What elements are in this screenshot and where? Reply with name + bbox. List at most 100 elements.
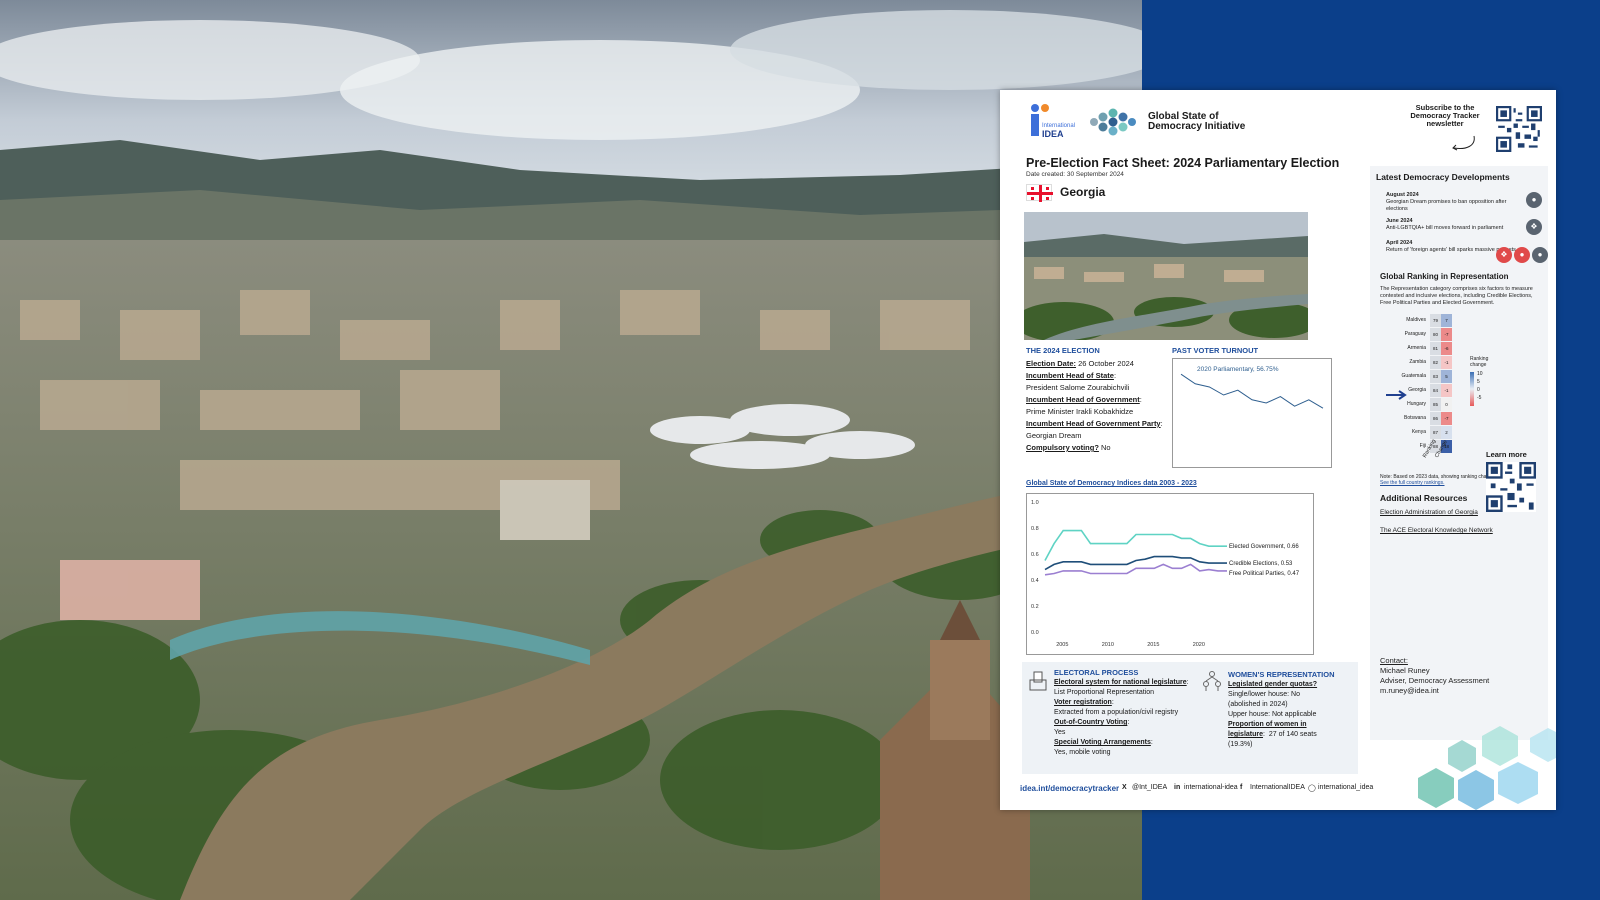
facebook-icon: f [1240, 784, 1243, 791]
x-handle[interactable]: @Int_IDEA [1132, 784, 1167, 791]
x-tick-label: 2010 [1102, 642, 1114, 648]
learn-more-label: Learn more [1486, 450, 1527, 459]
facebook-handle[interactable]: InternationalIDEA [1250, 784, 1305, 791]
ranking-change-legend-title: Ranking change [1470, 356, 1489, 368]
resource-link-ace-network[interactable]: The ACE Electoral Knowledge Network [1380, 527, 1493, 534]
series-label-free-political-parties: Free Political Parties, 0.47 [1229, 571, 1300, 577]
democracy-tracker-url[interactable]: idea.int/democracytracker [1020, 784, 1119, 793]
ranking-value: 83 [1430, 370, 1441, 383]
georgia-flag-icon [1026, 184, 1053, 202]
legend-value-10: 10 [1477, 371, 1483, 377]
series-label-credible-elections: Credible Elections, 0.53 [1229, 561, 1293, 567]
ranking-value: 80 [1430, 328, 1441, 341]
ranking-change: 5 [1441, 370, 1452, 383]
ranking-change: -1 [1441, 356, 1452, 369]
series-line-2 [1044, 563, 1227, 576]
gsod-title: Global State of Democracy Initiative [1148, 111, 1246, 132]
gsod-indices-link[interactable]: Global State of Democracy Indices data 2… [1026, 480, 1197, 487]
ranking-value: 87 [1430, 426, 1441, 439]
proportion-women-percent: (19.3%) [1228, 741, 1253, 748]
x-tick-label: 2005 [1056, 642, 1068, 648]
international-idea-logo: International IDEA [1028, 102, 1075, 142]
womens-representation-heading: WOMEN'S REPRESENTATION [1228, 670, 1335, 679]
voter-registration-label: Voter registration: [1054, 699, 1114, 706]
ranking-country: Armenia [1407, 345, 1426, 351]
development-item-august[interactable]: August 2024 Georgian Dream promises to ba… [1386, 192, 1516, 213]
series-line-0 [1044, 529, 1227, 561]
legend-value-minus-5: -5 [1477, 395, 1482, 401]
head-of-government-label: Incumbent Head of Government: [1026, 395, 1142, 404]
proportion-women-label: Proportion of women in [1228, 721, 1307, 728]
person-icon: ● [1532, 247, 1548, 263]
ranking-country: Guatemala [1401, 373, 1426, 379]
proportion-women-value: legislature: 27 of 140 seats [1228, 731, 1317, 738]
ranking-description: The Representation category comprises si… [1380, 286, 1533, 306]
process-and-women-box: ELECTORAL PROCESS Electoral system for n… [1022, 662, 1358, 774]
gender-quotas-label: Legislated gender quotas? [1228, 681, 1318, 688]
women-network-icon [1203, 671, 1221, 691]
y-tick-label: 0.4 [1031, 578, 1039, 584]
civil-society-icon: ● [1514, 247, 1530, 263]
out-of-country-label: Out-of-Country Voting: [1054, 719, 1130, 726]
turnout-label: 2020 Parliamentary, 56.75% [1197, 366, 1279, 373]
newsletter-qr-code[interactable] [1496, 106, 1542, 152]
linkedin-handle[interactable]: international-idea [1184, 784, 1238, 791]
ranking-value: 79 [1430, 314, 1441, 327]
ranking-change: -1 [1441, 384, 1452, 397]
contact-email[interactable]: m.runey@idea.int [1380, 686, 1439, 695]
rights-icon: ❖ [1526, 219, 1542, 235]
y-tick-label: 1.0 [1031, 500, 1039, 506]
fact-sheet: International IDEA Global State of Democ… [1000, 90, 1556, 810]
footer: idea.int/democracytracker X @Int_IDEA in… [1020, 780, 1540, 800]
instagram-handle[interactable]: international_idea [1318, 784, 1373, 791]
y-tick-label: 0.6 [1031, 552, 1039, 558]
tbilisi-thumbnail-image [1024, 212, 1308, 340]
latest-developments-heading: Latest Democracy Developments [1376, 172, 1510, 182]
indices-chart: 1.0 0.8 0.6 0.4 0.2 0.0 2005 2010 2015 2020 Elec… [1026, 493, 1314, 655]
turnout-heading: PAST VOTER TURNOUT [1172, 346, 1259, 355]
special-voting-value: Yes, mobile voting [1054, 749, 1111, 756]
ranking-country: Paraguay [1404, 331, 1426, 337]
x-tick-label: 2020 [1193, 642, 1205, 648]
ranking-country: Botswana [1404, 415, 1426, 421]
legend-value-5: 5 [1477, 379, 1480, 385]
electoral-system-value: List Proportional Representation [1054, 689, 1155, 696]
ranking-change: -7 [1441, 328, 1452, 341]
ranking-table: Maldives 79 7 Paraguay 80 -7 Armenia 81 -6 Zambia… [1370, 314, 1548, 464]
ranking-country: Maldives [1406, 317, 1426, 323]
curl-arrow-icon [1452, 135, 1475, 151]
ranking-value: 84 [1430, 384, 1441, 397]
ranking-change: 2 [1441, 426, 1452, 439]
gender-quotas-value-2: (abolished in 2024) [1228, 701, 1288, 708]
country-name: Georgia [1060, 185, 1106, 199]
ranking-value: 85 [1430, 398, 1441, 411]
x-icon: X [1122, 784, 1127, 791]
contact-name: Michael Runey [1380, 666, 1430, 675]
y-tick-label: 0.0 [1031, 630, 1039, 636]
ranking-change: 0 [1441, 398, 1452, 411]
ranking-country: Hungary [1407, 401, 1426, 407]
head-of-government-party-value: Georgian Dream [1026, 431, 1082, 440]
subscribe-text: Subscribe to the Democracy Tracker newsl… [1410, 103, 1480, 128]
series-label-elected-government: Elected Government, 0.66 [1229, 544, 1299, 550]
georgia-pointer-arrow-icon [1386, 390, 1407, 400]
ranking-value: 82 [1430, 356, 1441, 369]
additional-resources-heading: Additional Resources [1380, 493, 1468, 503]
gender-quotas-value-1: Single/lower house: No [1228, 691, 1300, 698]
learn-more-qr-code[interactable] [1486, 462, 1536, 512]
ranking-country: Kenya [1411, 429, 1426, 435]
global-ranking-heading: Global Ranking in Representation [1380, 272, 1509, 281]
head-of-state-value: President Salome Zourabichvili [1026, 383, 1130, 392]
special-voting-label: Special Voting Arrangements: [1054, 739, 1153, 746]
development-item-june[interactable]: June 2024 Anti-LGBTQIA+ bill moves forwar… [1386, 218, 1516, 232]
turnout-line [1180, 373, 1324, 409]
ranking-value: 81 [1430, 342, 1441, 355]
ranking-value: 86 [1430, 412, 1441, 425]
contact-role: Adviser, Democracy Assessment [1380, 676, 1490, 685]
resource-link-election-administration[interactable]: Election Administration of Georgia [1380, 509, 1478, 516]
ranking-change: -6 [1441, 342, 1452, 355]
turnout-chart: 2020 Parliamentary, 56.75% [1172, 358, 1332, 468]
voter-registration-value: Extracted from a population/civil regist… [1054, 709, 1179, 716]
people-icon: ● [1526, 192, 1542, 208]
election-heading: THE 2024 ELECTION [1026, 346, 1100, 355]
